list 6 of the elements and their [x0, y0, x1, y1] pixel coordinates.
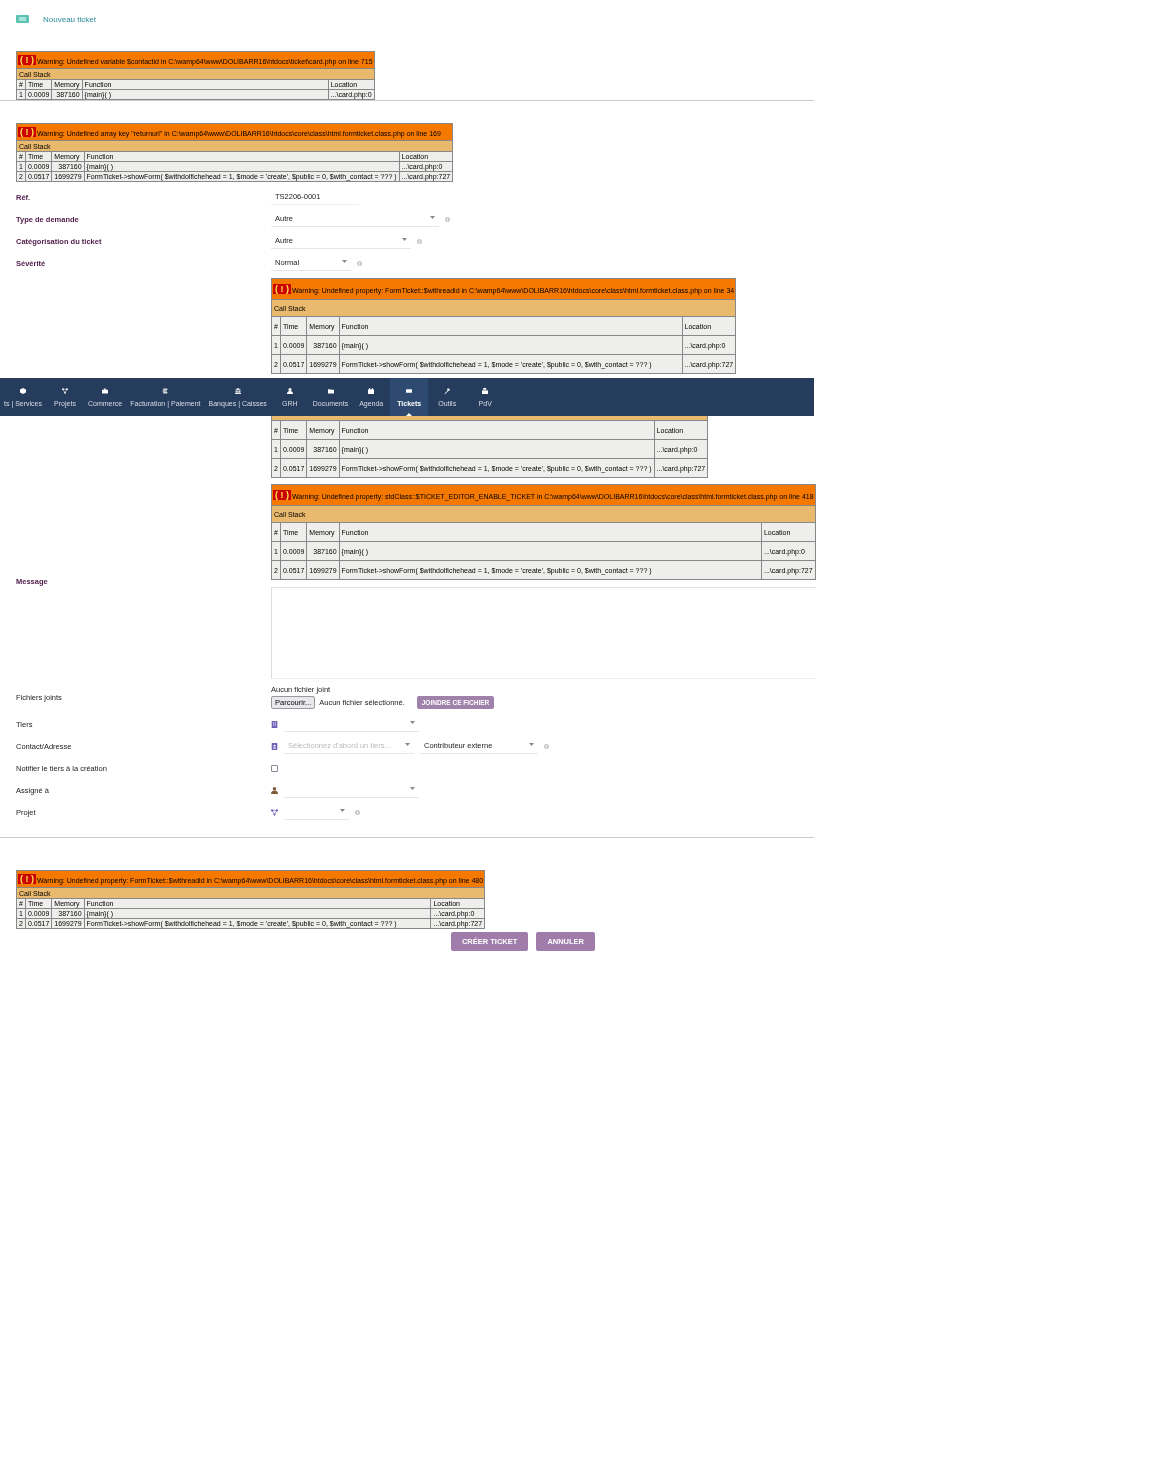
warning-badge: ( ! ): [18, 55, 36, 65]
warning-badge: ( ! ): [273, 284, 291, 294]
warning-badge: ( ! ): [18, 874, 36, 884]
warning-badge: ( ! ): [18, 127, 36, 137]
warning-badge: ( ! ): [273, 490, 291, 500]
page-title: Nouveau ticket: [43, 14, 96, 24]
